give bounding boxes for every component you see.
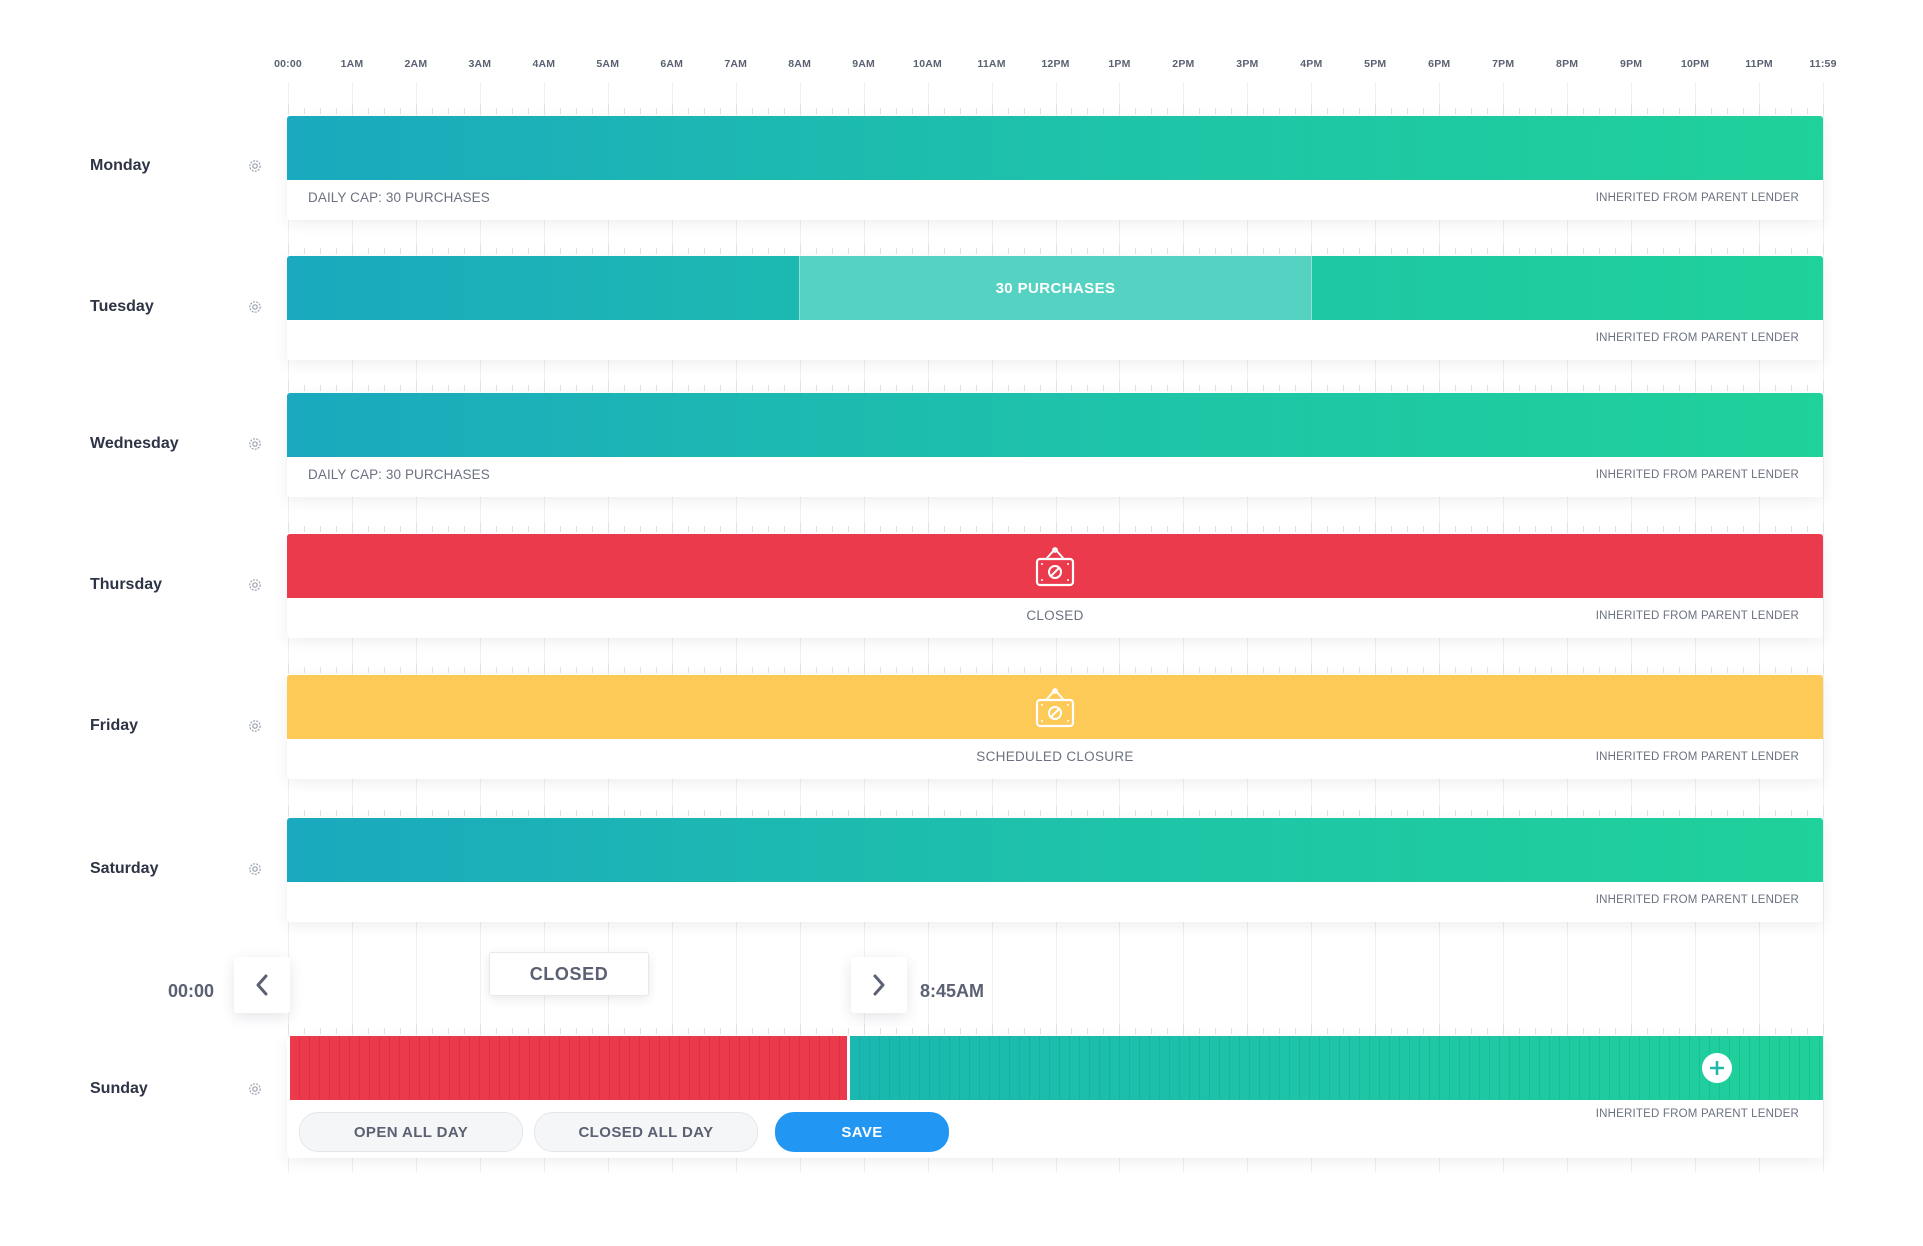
hour-label: 11:59 [1809, 58, 1837, 70]
closed-sign-icon [1035, 547, 1075, 587]
hours-bar[interactable] [287, 818, 1823, 882]
day-label-saturday: Saturday [90, 860, 159, 877]
open-range-slots [850, 1036, 1823, 1100]
hours-bar[interactable] [287, 534, 1823, 598]
hour-label: 11PM [1745, 58, 1773, 70]
status-note: SCHEDULED CLOSURE [976, 749, 1134, 764]
day-schedule-card: DAILY CAP: 30 PURCHASES INHERITED FROM PA… [287, 116, 1823, 220]
day-schedule-card: 30 PURCHASES INHERITED FROM PARENT LENDER [287, 256, 1823, 360]
inheritance-note: INHERITED FROM PARENT LENDER [1595, 610, 1799, 622]
chevron-left-icon [256, 974, 268, 996]
day-schedule-card: DAILY CAP: 30 PURCHASES INHERITED FROM PA… [287, 393, 1823, 497]
hours-bar[interactable] [287, 675, 1823, 739]
time-ticks [0, 804, 1923, 816]
hour-label: 3PM [1236, 58, 1259, 70]
gear-icon[interactable] [247, 436, 263, 452]
start-time-readout: 00:00 [168, 981, 215, 1001]
hour-label: 1AM [340, 58, 364, 70]
time-ticks [0, 379, 1923, 391]
hour-label: 9PM [1620, 58, 1643, 70]
gear-icon[interactable] [247, 158, 263, 174]
hours-bar[interactable] [287, 116, 1823, 180]
hours-bar[interactable]: 30 PURCHASES [287, 256, 1823, 320]
hour-label: 3AM [468, 58, 492, 70]
inheritance-note: INHERITED FROM PARENT LENDER [1595, 469, 1799, 481]
day-schedule-card: CLOSED INHERITED FROM PARENT LENDER [287, 534, 1823, 638]
daily-cap-note: DAILY CAP: 30 PURCHASES [308, 467, 490, 482]
add-range-button[interactable] [1702, 1053, 1732, 1083]
sunday-schedule-card: OPEN ALL DAY CLOSED ALL DAY SAVE INHERIT… [287, 1036, 1823, 1158]
hour-label: 10PM [1680, 58, 1710, 70]
purchase-cap-segment[interactable]: 30 PURCHASES [798, 256, 1313, 320]
inheritance-note: INHERITED FROM PARENT LENDER [1595, 894, 1799, 906]
time-ticks [0, 102, 1923, 114]
hours-bar[interactable] [287, 393, 1823, 457]
hour-label: 5PM [1364, 58, 1387, 70]
hour-label: 9AM [852, 58, 876, 70]
next-time-button[interactable] [851, 957, 907, 1013]
gear-icon[interactable] [247, 861, 263, 877]
closed-all-day-button[interactable]: CLOSED ALL DAY [534, 1112, 758, 1152]
time-ticks [0, 242, 1923, 254]
hour-label: 5AM [596, 58, 620, 70]
open-range-bar[interactable] [850, 1036, 1823, 1100]
plus-icon [1710, 1061, 1724, 1075]
day-label-thursday: Thursday [90, 576, 163, 593]
previous-time-button[interactable] [234, 957, 290, 1013]
time-ticks [0, 520, 1923, 532]
inheritance-note: INHERITED FROM PARENT LENDER [1595, 751, 1799, 763]
hour-label: 6AM [660, 58, 684, 70]
time-ticks [0, 661, 1923, 673]
inheritance-note: INHERITED FROM PARENT LENDER [1595, 1108, 1799, 1120]
hour-label: 8AM [788, 58, 812, 70]
hour-label: 10AM [913, 58, 942, 70]
hour-label: 8PM [1556, 58, 1579, 70]
hour-label: 00:00 [274, 58, 302, 70]
segment-label: 30 PURCHASES [995, 279, 1116, 297]
hour-label: 6PM [1428, 58, 1451, 70]
inheritance-note: INHERITED FROM PARENT LENDER [1595, 192, 1799, 204]
day-label-friday: Friday [90, 717, 139, 734]
inheritance-note: INHERITED FROM PARENT LENDER [1595, 332, 1799, 344]
day-label-sunday: Sunday [90, 1080, 148, 1097]
end-time-readout: 8:45AM [920, 981, 985, 1001]
day-schedule-card: SCHEDULED CLOSURE INHERITED FROM PARENT L… [287, 675, 1823, 779]
selection-status-chip[interactable]: CLOSED [489, 952, 649, 996]
daily-cap-note: DAILY CAP: 30 PURCHASES [308, 190, 490, 205]
gear-icon[interactable] [247, 718, 263, 734]
chevron-right-icon [873, 974, 885, 996]
closed-range-bar[interactable] [290, 1036, 847, 1100]
day-label-wednesday: Wednesday [90, 435, 179, 452]
open-all-day-button[interactable]: OPEN ALL DAY [299, 1112, 523, 1152]
hour-label: 1PM [1108, 58, 1131, 70]
day-label-tuesday: Tuesday [90, 298, 154, 315]
gear-icon[interactable] [247, 299, 263, 315]
hour-label: 4AM [532, 58, 556, 70]
gear-icon[interactable] [247, 577, 263, 593]
day-schedule-card: INHERITED FROM PARENT LENDER [287, 818, 1823, 922]
gear-icon[interactable] [247, 1081, 263, 1097]
hour-label: 2AM [404, 58, 428, 70]
hour-label: 7PM [1492, 58, 1515, 70]
hour-label: 7AM [724, 58, 748, 70]
weekly-schedule: 00:00 1AM 2AM 3AM 4AM 5AM 6AM 7AM 8AM 9AM 10AM 11AM… [0, 0, 1923, 1246]
hour-label: 12PM [1041, 58, 1070, 70]
hour-label: 11AM [977, 58, 1006, 70]
hour-label: 4PM [1300, 58, 1323, 70]
day-label-monday: Monday [90, 157, 151, 174]
time-ticks [0, 1022, 1923, 1034]
hour-label: 2PM [1172, 58, 1195, 70]
status-note: CLOSED [1026, 608, 1084, 623]
save-button[interactable]: SAVE [775, 1112, 949, 1152]
closed-sign-icon [1035, 688, 1075, 728]
